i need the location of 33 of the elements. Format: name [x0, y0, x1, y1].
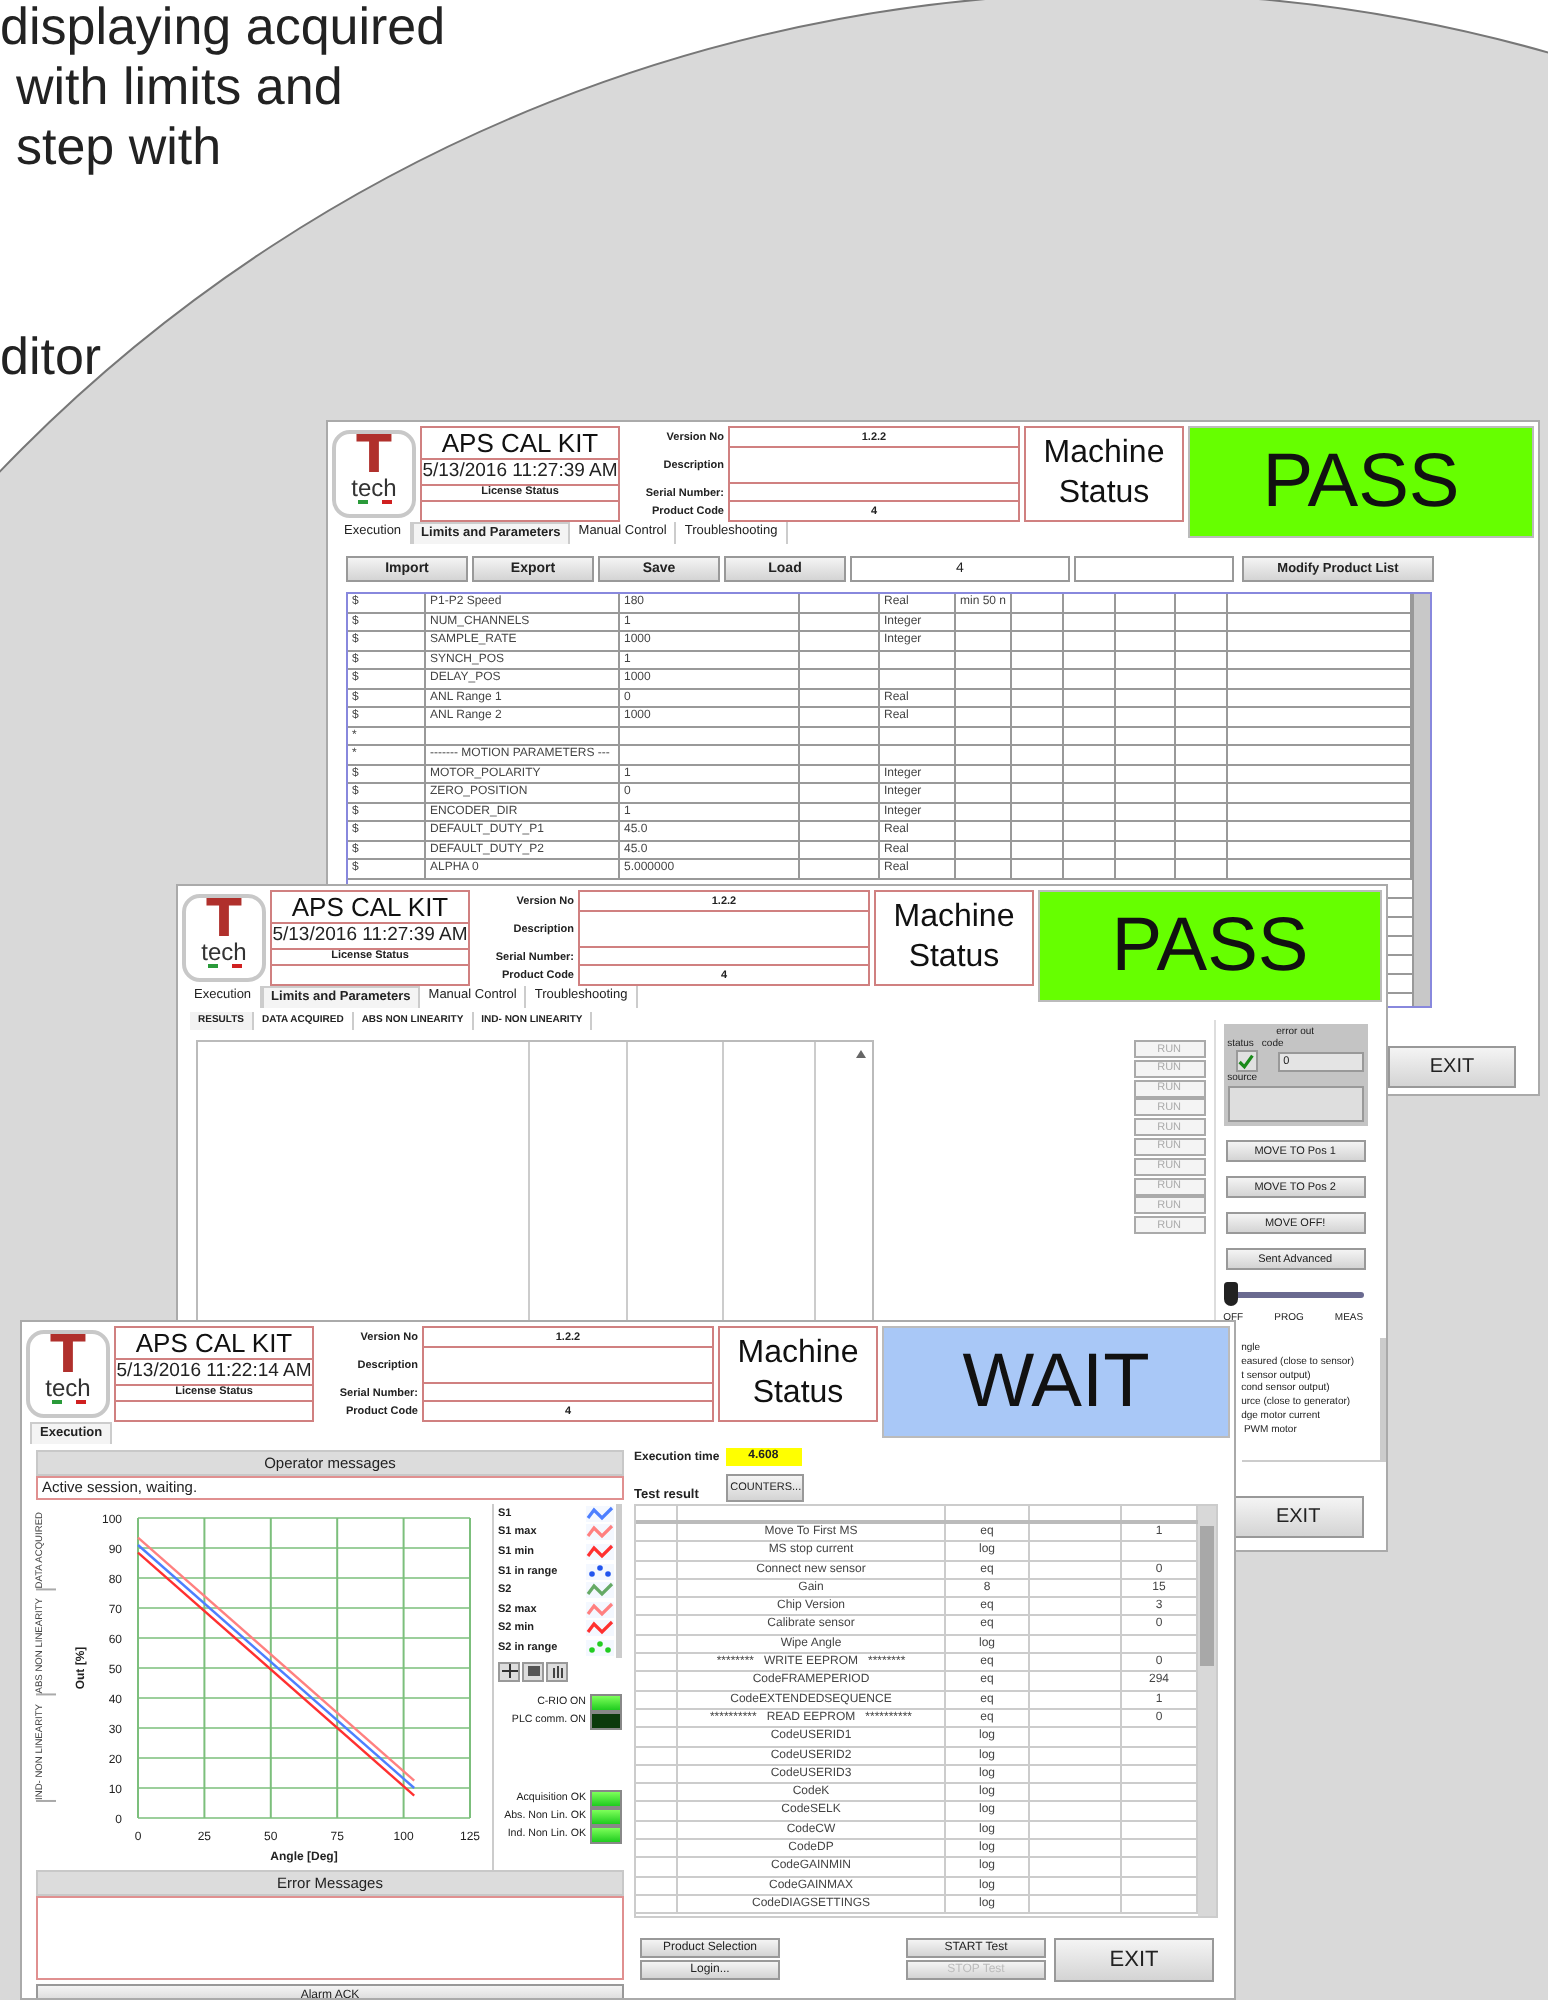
app-title: APS CAL KIT	[420, 426, 620, 460]
status-checkbox[interactable]	[1235, 1050, 1258, 1072]
machine-status-label: Machine Status	[718, 1326, 878, 1422]
status-indicator: PASS	[1188, 426, 1534, 538]
scrollbar[interactable]	[1198, 1506, 1216, 1916]
source-field[interactable]	[1227, 1086, 1364, 1122]
exit-button[interactable]: EXIT	[1054, 1938, 1214, 1982]
slide-text-line: displaying acquired	[0, 0, 446, 56]
exit-button[interactable]: EXIT	[1233, 1496, 1364, 1538]
exit-button[interactable]: EXIT	[1388, 1046, 1516, 1088]
input-field[interactable]	[1074, 556, 1234, 582]
slide-text-line: ditor	[0, 326, 102, 386]
flag-stripes-icon	[51, 1400, 85, 1404]
app-title: APS CAL KIT	[114, 1326, 314, 1360]
crosshair-tool-icon[interactable]	[498, 1661, 520, 1682]
flag-stripes-icon	[207, 964, 241, 968]
slide-text-line: with limits and	[16, 56, 343, 116]
status-indicator: WAIT	[882, 1326, 1230, 1438]
status-indicator: PASS	[1038, 890, 1382, 1002]
date-time-display: 5/13/2016 11:27:39 AM	[270, 924, 470, 950]
tech-logo: T tech	[26, 1330, 110, 1418]
mode-slider[interactable]	[1223, 1282, 1364, 1306]
tech-logo: T tech	[182, 894, 266, 982]
tech-logo: T tech	[332, 430, 416, 518]
scrollbar[interactable]	[1412, 594, 1430, 1006]
app-title: APS CAL KIT	[270, 890, 470, 924]
machine-status-label: Machine Status	[1024, 426, 1184, 522]
flag-stripes-icon	[357, 500, 391, 504]
date-time-display: 5/13/2016 11:27:39 AM	[420, 460, 620, 486]
scroll-up-icon[interactable]	[855, 1050, 866, 1058]
slide-text-line: step with	[16, 116, 222, 176]
date-time-display: 5/13/2016 11:22:14 AM	[114, 1360, 314, 1386]
machine-status-label: Machine Status	[874, 890, 1034, 986]
